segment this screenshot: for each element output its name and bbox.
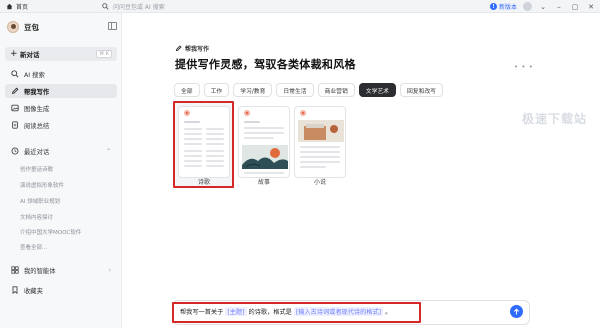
pen-icon — [175, 45, 182, 52]
watermark: 极速下载站 — [522, 112, 588, 126]
recent-chat-item[interactable]: 介绍中国大学MOOC软件 — [20, 228, 81, 236]
template-card-label: 故事 — [257, 179, 270, 186]
document-icon — [12, 121, 18, 129]
category-tabs: 全部 工作 学习/教育 日常生活 商业营销 文学艺术 回复和改写 — [174, 83, 443, 97]
image-icon — [11, 104, 19, 112]
shortcut-hint: ⌘ K — [96, 50, 112, 58]
template-badge-icon — [244, 110, 250, 116]
story-illustration — [242, 145, 288, 169]
tab-marketing[interactable]: 商业营销 — [317, 83, 355, 97]
template-card-story[interactable] — [238, 106, 290, 178]
sidebar-item-image-gen[interactable]: 图像生成 — [5, 101, 117, 115]
my-agents-label: 我的智能体 — [24, 267, 56, 275]
home-tab[interactable]: 首页 — [0, 0, 96, 13]
account-avatar[interactable] — [523, 2, 532, 11]
close-icon[interactable]: ✕ — [586, 3, 596, 11]
tab-reply[interactable]: 回复和改写 — [399, 83, 443, 97]
favorites-header[interactable]: 收藏夹 — [5, 283, 117, 297]
novel-illustration — [298, 120, 344, 142]
recent-chat-item[interactable]: 文档内容探讨 — [20, 213, 53, 221]
sidebar-item-label: AI 搜索 — [24, 71, 45, 79]
grid-icon — [11, 266, 19, 274]
search-icon — [11, 70, 19, 78]
recent-chats-header[interactable]: 最近对话 ⌃ — [5, 144, 117, 158]
send-button[interactable] — [510, 305, 523, 318]
plus-icon: + — [10, 49, 18, 59]
chevron-up-icon[interactable]: ⌃ — [106, 148, 111, 155]
more-icon[interactable]: • • • — [514, 63, 533, 71]
pen-icon — [11, 87, 19, 95]
new-chat-label: 新对话 — [20, 51, 40, 59]
recent-chat-item[interactable]: 演说虚拟形象软件 — [20, 181, 64, 189]
sidebar-item-label: 阅读总结 — [24, 122, 50, 130]
new-version-button[interactable]: ! 新版本 — [489, 2, 517, 11]
template-badge-icon — [300, 110, 306, 116]
tab-literature[interactable]: 文学艺术 — [358, 83, 396, 97]
home-tab-label: 首页 — [16, 3, 29, 11]
search-icon — [102, 2, 109, 10]
template-card-novel[interactable] — [294, 106, 346, 178]
clock-icon — [11, 147, 19, 155]
chevron-down-icon[interactable]: ⌄ — [538, 3, 548, 11]
arrow-up-icon — [514, 308, 519, 315]
bot-name: 豆包 — [24, 22, 39, 32]
sidebar-item-label: 帮我写作 — [24, 88, 50, 96]
chevron-right-icon[interactable]: › — [109, 267, 111, 274]
maximize-icon[interactable]: ▢ — [570, 3, 580, 11]
sidebar-header: 豆包 — [7, 20, 117, 34]
selection-outline — [173, 101, 234, 188]
sidebar: 豆包 + 新对话 ⌘ K AI 搜索 帮我写作 图像生成 阅读总结 最近对话 ⌃… — [0, 13, 122, 328]
minimize-icon[interactable]: – — [554, 3, 564, 11]
sidebar-item-label: 图像生成 — [24, 105, 50, 113]
prompt-outline — [172, 302, 421, 323]
new-chat-button[interactable]: + 新对话 ⌘ K — [5, 47, 117, 61]
search-placeholder: 问问豆包或 AI 搜索 — [113, 3, 165, 11]
favorites-label: 收藏夹 — [24, 287, 43, 295]
template-card-label: 小说 — [313, 179, 326, 186]
bookmark-icon — [12, 286, 18, 294]
section-tag-label: 帮我写作 — [185, 46, 210, 53]
recent-chat-item[interactable]: 创作童话诗歌 — [20, 165, 53, 173]
page-title: 提供写作灵感，驾驭各类体裁和风格 — [175, 58, 356, 71]
recent-chat-item[interactable]: AI 领域职业规划 — [20, 197, 60, 205]
sidebar-item-ai-search[interactable]: AI 搜索 — [5, 67, 117, 81]
section-tag: 帮我写作 — [175, 44, 209, 53]
bot-avatar[interactable] — [7, 21, 19, 33]
my-agents-header[interactable]: 我的智能体 › — [5, 263, 117, 277]
sidebar-toggle-icon[interactable] — [108, 22, 117, 30]
title-bar: 首页 问问豆包或 AI 搜索 ! 新版本 ⌄ – ▢ ✕ — [0, 0, 600, 13]
home-icon — [6, 3, 13, 9]
tab-all[interactable]: 全部 — [174, 83, 200, 97]
tab-daily[interactable]: 日常生活 — [276, 83, 314, 97]
tab-study[interactable]: 学习/教育 — [233, 83, 273, 97]
sidebar-item-writing[interactable]: 帮我写作 — [5, 84, 117, 98]
alert-icon: ! — [489, 3, 497, 10]
global-search[interactable]: 问问豆包或 AI 搜索 — [102, 0, 165, 13]
tab-work[interactable]: 工作 — [203, 83, 230, 97]
sidebar-item-reading[interactable]: 阅读总结 — [5, 118, 117, 132]
view-all-link[interactable]: 查看全部... — [20, 243, 47, 251]
recent-chats-title: 最近对话 — [24, 148, 50, 156]
new-version-label: 新版本 — [498, 4, 517, 11]
